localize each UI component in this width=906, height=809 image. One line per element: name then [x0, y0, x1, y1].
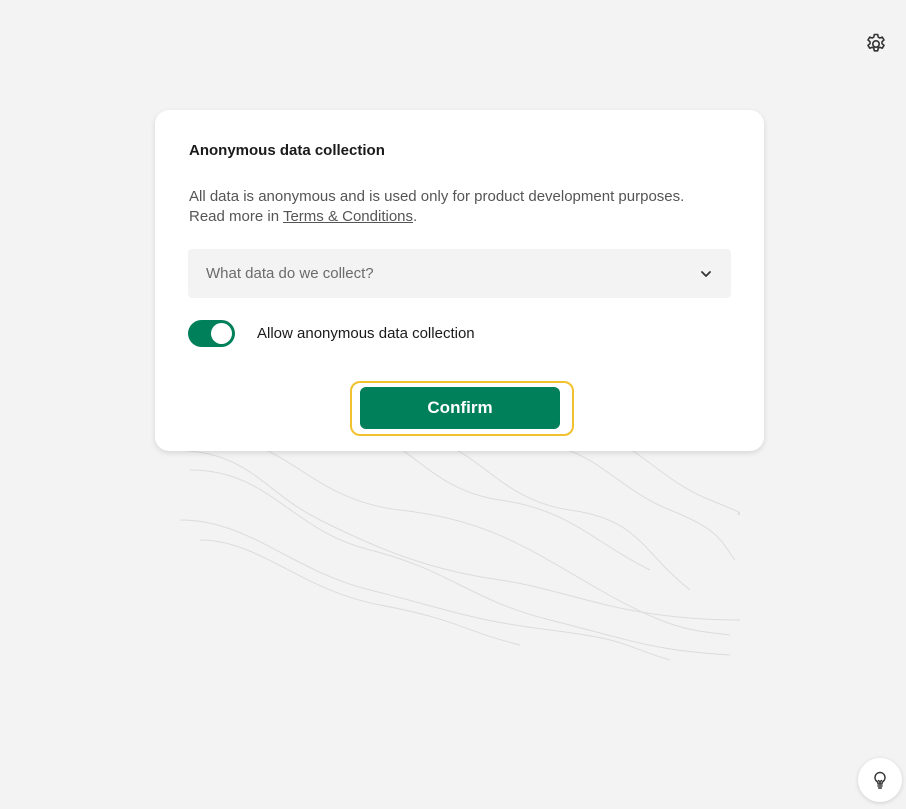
decorative-waves	[170, 430, 740, 661]
dialog-description: All data is anonymous and is used only f…	[189, 187, 739, 227]
data-collection-toggle-row: Allow anonymous data collection	[188, 320, 475, 347]
confirm-button[interactable]: Confirm	[360, 387, 560, 429]
gear-icon	[867, 33, 885, 52]
page: Anonymous data collection All data is an…	[0, 0, 906, 809]
terms-link[interactable]: Terms & Conditions	[283, 208, 413, 225]
description-suffix: .	[413, 208, 418, 225]
chevron-down-icon	[699, 267, 713, 281]
hint-button[interactable]	[858, 758, 902, 802]
accordion-label: What data do we collect?	[206, 265, 374, 282]
data-collection-toggle[interactable]	[188, 320, 235, 347]
toggle-label: Allow anonymous data collection	[257, 325, 475, 342]
settings-button[interactable]	[862, 30, 890, 58]
description-prefix: Read more in	[189, 208, 283, 225]
lightbulb-icon	[874, 771, 886, 789]
collected-data-accordion[interactable]: What data do we collect?	[188, 249, 731, 298]
consent-dialog: Anonymous data collection All data is an…	[155, 110, 764, 451]
description-line1: All data is anonymous and is used only f…	[189, 188, 685, 205]
dialog-title: Anonymous data collection	[189, 142, 385, 159]
toggle-knob	[211, 323, 232, 344]
